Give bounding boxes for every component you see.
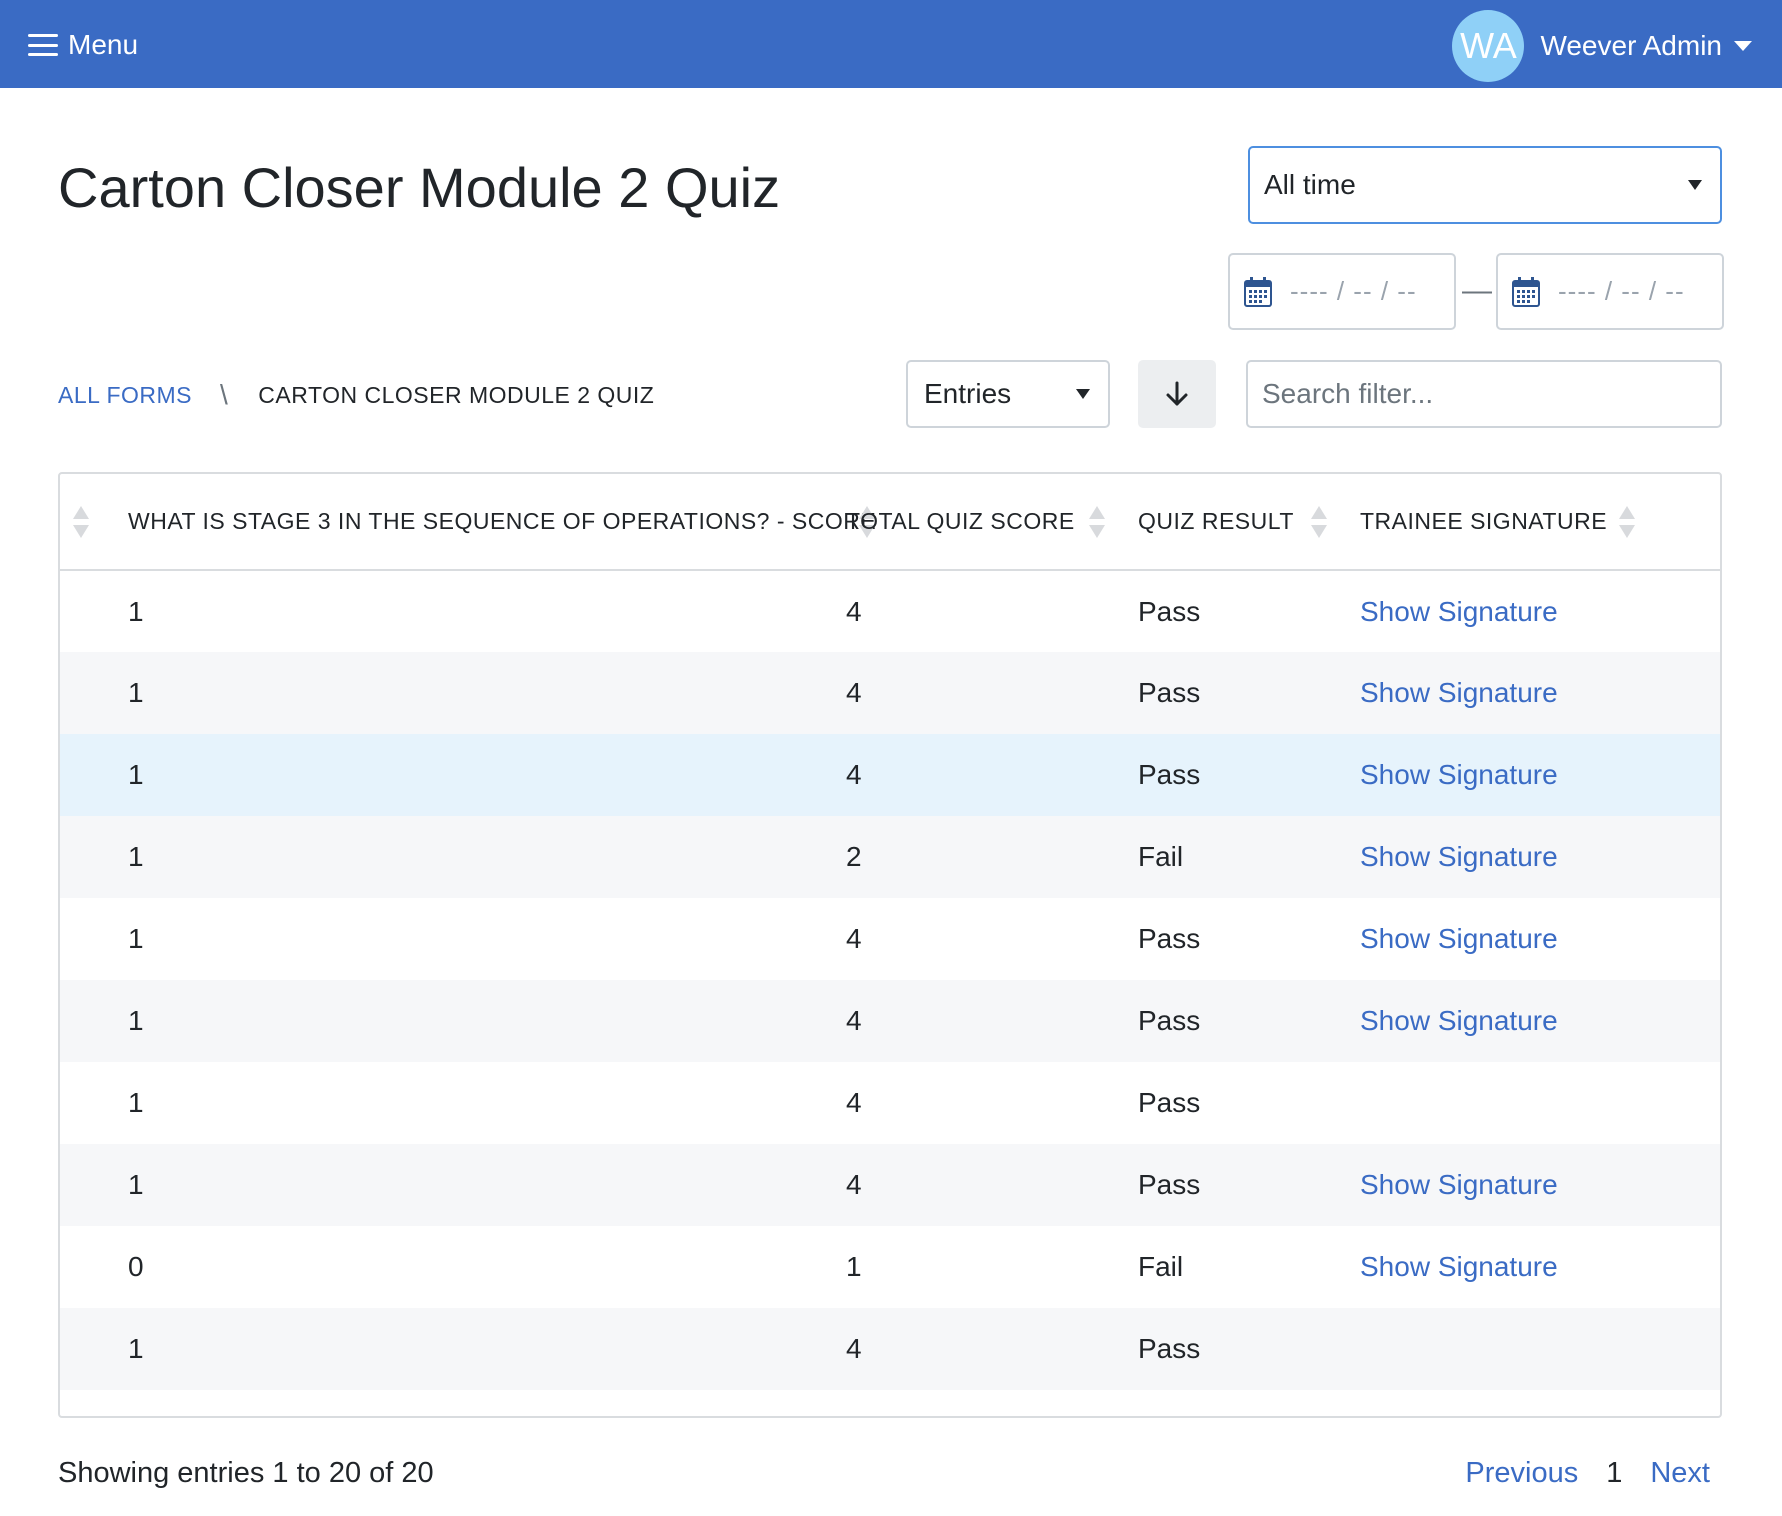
column-header-quiz-result[interactable]: Quiz Result <box>1138 474 1360 570</box>
table-row[interactable]: 1 4 Pass Show Signature <box>60 1144 1720 1226</box>
column-header-label: Total Quiz Score <box>846 508 1075 534</box>
sort-icon <box>1088 506 1106 540</box>
stage3-score-cell: 1 <box>128 923 144 954</box>
pagination: Previous 1 Next <box>1465 1453 1710 1493</box>
stage3-score-cell: 1 <box>128 1333 144 1364</box>
total-score-cell: 4 <box>846 923 862 954</box>
show-signature-link[interactable]: Show Signature <box>1360 1169 1558 1200</box>
time-range-select[interactable]: All time <box>1248 146 1722 224</box>
avatar: WA <box>1452 10 1525 82</box>
table-row[interactable]: 1 4 Pass Show Signature <box>60 980 1720 1062</box>
quiz-result-cell: Pass <box>1138 923 1201 954</box>
stage3-score-cell: 1 <box>128 677 144 708</box>
show-signature-link[interactable]: Show Signature <box>1360 1005 1558 1036</box>
total-score-cell: 2 <box>846 841 862 872</box>
column-header-stage3-score[interactable]: What is stage 3 in the sequence of opera… <box>60 474 876 570</box>
breadcrumb-separator: \ <box>220 379 229 410</box>
user-menu[interactable]: WA Weever Admin <box>1452 10 1752 82</box>
time-range-value: All time <box>1264 169 1356 200</box>
breadcrumb-current: Carton Closer Module 2 Quiz <box>258 381 655 408</box>
show-signature-link[interactable]: Show Signature <box>1360 677 1558 708</box>
total-score-cell: 4 <box>846 1333 862 1364</box>
table-row[interactable]: 0 1 Fail Show Signature <box>60 1226 1720 1308</box>
search-input[interactable] <box>1246 360 1722 428</box>
column-header-label: What is stage 3 in the sequence of opera… <box>128 508 877 534</box>
hamburger-icon <box>28 34 58 56</box>
quiz-result-cell: Fail <box>1138 841 1184 872</box>
current-page-number: 1 <box>1606 1456 1623 1489</box>
stage3-score-cell: 1 <box>128 759 144 790</box>
calendar-icon <box>1244 277 1272 307</box>
quiz-result-cell: Pass <box>1138 1087 1201 1118</box>
breadcrumb-all-forms-link[interactable]: All Forms <box>58 382 192 409</box>
entries-table: What is stage 3 in the sequence of opera… <box>58 472 1722 1418</box>
date-from-input[interactable]: ---- / -- / -- <box>1228 253 1456 330</box>
quiz-result-cell: Pass <box>1138 595 1201 627</box>
table-row[interactable]: 1 4 Pass <box>60 1308 1720 1390</box>
table-row[interactable]: 1 4 Pass <box>60 1062 1720 1144</box>
stage3-score-cell: 1 <box>128 1169 144 1200</box>
stage3-score-cell: 1 <box>128 1005 144 1036</box>
date-range-separator: — <box>1462 274 1492 307</box>
date-to-placeholder: ---- / -- / -- <box>1558 276 1685 306</box>
chevron-down-icon <box>1076 389 1090 399</box>
next-page-link[interactable]: Next <box>1650 1457 1710 1490</box>
show-signature-link[interactable]: Show Signature <box>1360 923 1558 954</box>
sort-icon <box>72 506 90 540</box>
view-mode-select[interactable]: Entries <box>906 360 1110 428</box>
sort-icon <box>1310 506 1328 540</box>
chevron-down-icon <box>1688 180 1702 190</box>
column-header-label: Quiz Result <box>1138 508 1294 534</box>
quiz-result-cell: Pass <box>1138 759 1201 790</box>
stage3-score-cell: 1 <box>128 595 144 627</box>
calendar-icon <box>1512 277 1540 307</box>
table-row[interactable]: 1 4 Pass Show Signature <box>60 652 1720 734</box>
table-header-row: What is stage 3 in the sequence of opera… <box>60 474 1720 570</box>
column-header-trainee-signature[interactable]: Trainee Signature <box>1360 474 1720 570</box>
total-score-cell: 4 <box>846 1087 862 1118</box>
date-to-input[interactable]: ---- / -- / -- <box>1496 253 1724 330</box>
chevron-down-icon <box>1734 41 1752 51</box>
table-row[interactable]: 1 2 Fail Show Signature <box>60 816 1720 898</box>
quiz-result-cell: Pass <box>1138 677 1201 708</box>
table-row[interactable]: 1 4 Pass Show Signature <box>60 734 1720 816</box>
quiz-result-cell: Pass <box>1138 1005 1201 1036</box>
total-score-cell: 4 <box>846 759 862 790</box>
quiz-result-cell: Pass <box>1138 1333 1201 1364</box>
quiz-result-cell: Pass <box>1138 1169 1201 1200</box>
entries-count-text: Showing entries 1 to 20 of 20 <box>58 1457 434 1489</box>
quiz-result-cell: Fail <box>1138 1251 1184 1282</box>
user-name: Weever Admin <box>1540 30 1722 61</box>
stage3-score-cell: 1 <box>128 1087 144 1118</box>
menu-button[interactable]: Menu <box>28 24 138 66</box>
total-score-cell: 4 <box>846 1169 862 1200</box>
sort-direction-button[interactable] <box>1138 360 1216 428</box>
column-header-total-quiz-score[interactable]: Total Quiz Score <box>846 474 1138 570</box>
menu-label: Menu <box>68 29 139 60</box>
stage3-score-cell: 0 <box>128 1251 144 1282</box>
column-header-label: Trainee Signature <box>1360 508 1608 534</box>
stage3-score-cell: 1 <box>128 841 144 872</box>
sort-icon <box>1618 506 1636 540</box>
show-signature-link[interactable]: Show Signature <box>1360 596 1558 627</box>
view-mode-value: Entries <box>924 378 1012 409</box>
total-score-cell: 4 <box>846 677 862 708</box>
date-from-placeholder: ---- / -- / -- <box>1290 276 1417 306</box>
show-signature-link[interactable]: Show Signature <box>1360 1251 1558 1282</box>
table-row[interactable]: 1 4 Pass Show Signature <box>60 570 1720 652</box>
arrow-down-icon <box>1166 381 1188 406</box>
table-row[interactable]: 1 4 Pass Show Signature <box>60 898 1720 980</box>
breadcrumb: All Forms \ Carton Closer Module 2 Quiz <box>58 379 655 410</box>
previous-page-link[interactable]: Previous <box>1465 1457 1578 1490</box>
top-navbar: Menu WA Weever Admin <box>0 0 1782 88</box>
total-score-cell: 1 <box>846 1251 862 1282</box>
page-title: Carton Closer Module 2 Quiz <box>58 156 781 219</box>
total-score-cell: 4 <box>846 595 862 627</box>
show-signature-link[interactable]: Show Signature <box>1360 841 1558 872</box>
show-signature-link[interactable]: Show Signature <box>1360 759 1558 790</box>
total-score-cell: 4 <box>846 1005 862 1036</box>
